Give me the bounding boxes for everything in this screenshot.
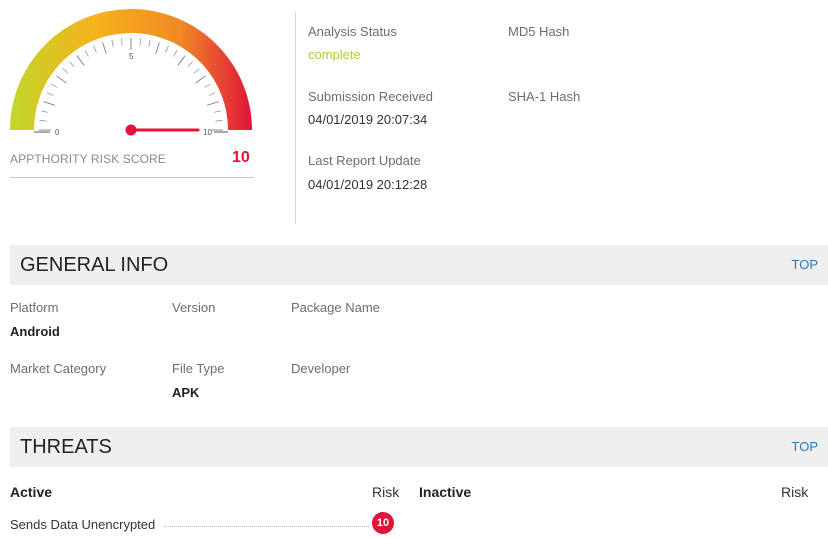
active-risk-header: Risk [372,484,400,500]
gauge-tick [46,92,54,96]
gauge-tick [148,39,151,47]
gauge-tick [187,61,193,68]
platform-label: Platform [10,300,59,315]
gauge-tick [177,55,186,66]
risk-score-value: 10 [232,149,250,166]
gauge-tick [206,101,219,106]
market-category-label: Market Category [10,361,107,376]
gauge-mid-label: 5 [129,52,134,61]
version-label: Version [172,300,216,315]
gauge-tick [215,120,223,122]
analysis-status-value: complete [308,47,361,62]
active-threats-header: Active [10,484,53,500]
gauge-tick [165,45,169,53]
platform-value: Android [10,324,60,339]
gauge-max-label: 10 [203,128,212,137]
gauge-tick [39,120,47,122]
general-info-header: GENERAL INFO TOP [10,245,828,285]
gauge-tick [139,38,141,46]
general-info-title: GENERAL INFO [20,254,169,276]
gauge-tick [93,45,97,53]
threat-item-name[interactable]: Sends Data Unencrypted [10,517,155,532]
gauge-tick [173,50,178,57]
sha1-hash-label: SHA-1 Hash [508,89,581,104]
gauge-needle-hub [125,124,137,136]
gauge-tick [208,92,216,96]
last-report-update-label: Last Report Update [308,153,421,168]
package-name-label: Package Name [291,300,380,315]
gauge-tick [111,39,114,47]
risk-score-label: APPTHORITY RISK SCORE [10,152,166,166]
inactive-risk-header: Risk [781,484,809,500]
risk-gauge: 0 5 10 [10,9,252,137]
threats-header: THREATS TOP [10,427,828,467]
gauge-tick [76,55,85,66]
gauge-tick [84,50,89,57]
last-report-update-value: 04/01/2019 20:12:28 [308,177,428,192]
file-type-label: File Type [172,361,225,376]
gauge-tick [43,101,56,106]
general-info-top-link[interactable]: TOP [792,257,819,272]
analysis-status-label: Analysis Status [308,24,397,39]
risk-score-divider [10,177,254,178]
gauge-tick [40,110,48,113]
developer-label: Developer [291,361,351,376]
vertical-divider [295,12,296,224]
submission-received-value: 04/01/2019 20:07:34 [308,112,428,127]
gauge-tick [102,42,107,55]
threats-title: THREATS [20,436,112,458]
gauge-tick [193,68,200,74]
gauge-tick [204,83,211,88]
threat-item-leader [164,526,369,527]
gauge-tick [155,42,160,55]
gauge-min-label: 0 [55,128,60,137]
gauge-tick [214,110,222,113]
threat-item-risk-badge: 10 [372,512,394,534]
gauge-tick [56,75,67,84]
threats-top-link[interactable]: TOP [792,439,819,454]
file-type-value: APK [172,385,200,400]
gauge-tick [121,38,123,46]
submission-received-label: Submission Received [308,89,434,104]
gauge-tick [51,83,58,88]
gauge-tick [195,75,206,84]
gauge-tick [69,61,75,68]
md5-hash-label: MD5 Hash [508,24,570,39]
inactive-threats-header: Inactive [419,484,472,500]
gauge-tick [62,68,69,74]
